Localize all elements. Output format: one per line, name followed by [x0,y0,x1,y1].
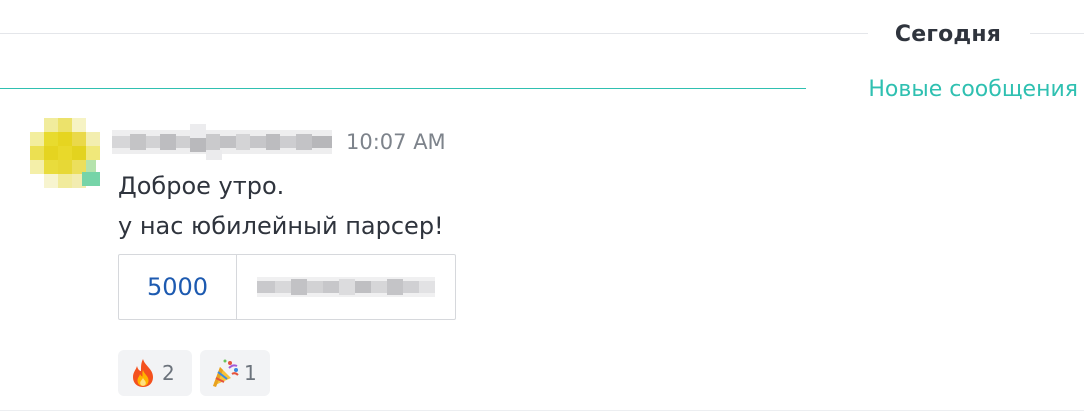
new-messages-divider-line [0,88,806,89]
new-messages-label: Новые сообщения [868,76,1078,102]
table-cell-value: 5000 [119,255,237,319]
party-popper-icon [210,358,240,388]
message-timestamp: 10:07 AM [346,130,446,154]
avatar[interactable] [30,118,106,190]
reaction-count: 1 [244,361,257,385]
fire-icon [128,358,158,388]
message-bottom-divider [0,410,1084,411]
reaction-party[interactable]: 1 [200,350,270,396]
day-divider-line-left [0,33,868,34]
reaction-fire[interactable]: 2 [118,350,192,396]
message-table: 5000 [118,254,456,320]
day-divider-label: Сегодня [894,21,1002,47]
day-divider-line-right [1030,33,1084,34]
message-text-line: у нас юбилейный парсер! [118,212,444,240]
table-cell-redacted [237,255,455,319]
message-text-line: Доброе утро. [118,172,285,200]
reaction-count: 2 [162,361,175,385]
author-name-redacted[interactable] [112,124,332,160]
